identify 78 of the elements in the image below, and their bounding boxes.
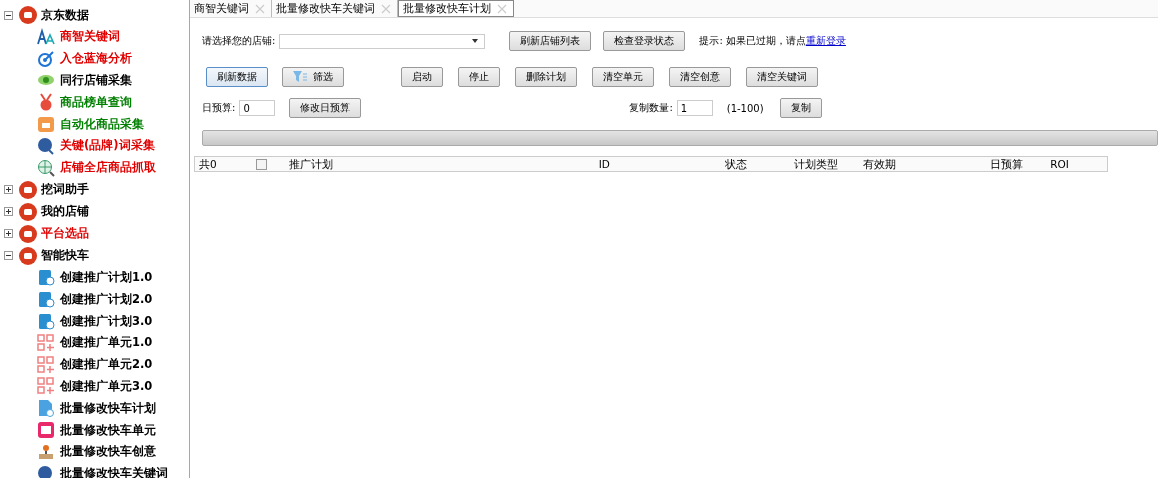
category-icon [19,224,37,243]
tree-item[interactable]: 创建推广单元1.0 [60,335,153,351]
tree-item[interactable]: 批量修改快车计划 [60,400,156,416]
tree-item[interactable]: 京东数据 [41,7,89,23]
table-header-cell-text: 有效期 [862,157,898,171]
action-button[interactable]: 清空关键词 [746,67,818,87]
tree-item[interactable]: 平台选品 [41,226,89,242]
range-text: (1-100) [726,102,764,114]
tab[interactable]: 批量修改快车计划 [398,0,514,17]
caret-icon [472,39,479,43]
expander-icon[interactable] [4,10,13,20]
filter-button[interactable]: 筛选 [282,67,344,87]
grid-icon [37,355,55,374]
refresh-button[interactable]: 刷新数据 [206,67,268,87]
action-button[interactable]: 清空单元 [592,67,654,87]
table-header-cell-text: ID [597,157,611,171]
table-header-cell-text: 状态 [723,157,748,171]
grid-icon [37,333,55,352]
copy-button[interactable]: 复制 [779,98,822,118]
table-header-cell-text: ROI [1049,157,1070,171]
medal-icon [37,93,55,112]
tree-item[interactable]: 批量修改快车单元 [60,422,156,438]
table-header-cell-text: 日预算 [988,157,1024,171]
table-icon [37,421,55,440]
globe-icon [37,158,55,177]
expander-icon[interactable] [4,229,13,239]
clipboard-icon [37,290,55,309]
tree-item[interactable]: 创建推广计划1.0 [60,269,153,285]
expander-icon[interactable] [4,185,13,195]
budget-label: 日预算: [202,101,236,115]
table-header-cell-text: 推广计划 [287,157,334,171]
tree-item[interactable]: 创建推广单元3.0 [60,378,153,394]
box-icon [37,115,55,134]
hint-text: 提示: 如果已过期，请点重新登录 [699,34,846,48]
expander-icon[interactable] [4,207,13,217]
shop-label: 请选择您的店铺: [202,34,276,48]
shop-button[interactable]: 刷新店铺列表 [509,31,592,51]
tree-item[interactable]: 创建推广计划2.0 [60,291,153,307]
tree-item[interactable]: 挖词助手 [41,182,89,198]
expander-icon[interactable] [4,251,13,261]
target-icon [37,49,55,68]
tree-item[interactable]: 关键(品牌)词采集 [60,138,155,154]
tab[interactable]: 商智关键词 [190,0,272,17]
tree-item[interactable]: 商品榜单查询 [60,94,132,110]
tree-item[interactable]: 创建推广单元2.0 [60,357,153,373]
tree-item[interactable]: 批量修改快车创意 [60,444,156,460]
funnel-icon [293,71,307,83]
tree-item[interactable]: 入仓蓝海分析 [60,51,132,67]
letters-icon [37,27,55,46]
select-all-checkbox[interactable] [256,158,268,170]
category-icon [19,180,37,199]
tree-item[interactable]: 我的店铺 [41,204,89,220]
action-button[interactable]: 删除计划 [515,67,577,87]
modify-budget-button[interactable]: 修改日预算 [289,98,362,118]
stamp-icon [37,442,55,461]
budget-input[interactable]: 0 [239,100,276,116]
tree-item[interactable]: 创建推广计划3.0 [60,313,153,329]
doc-icon [37,399,55,418]
category-icon [19,6,37,24]
relogin-link[interactable]: 重新登录 [805,35,846,46]
tree-item[interactable]: 自动化商品采集 [60,116,144,132]
clipboard-icon [37,268,55,287]
action-button[interactable]: 清空创意 [669,67,731,87]
clipboard-icon [37,312,55,331]
copy-count-label: 复制数量: [629,101,673,115]
action-button[interactable]: 启动 [401,67,443,87]
tree-item[interactable]: 同行店铺采集 [60,73,132,88]
tree-item[interactable]: 店铺全店商品抓取 [60,160,156,176]
shop-button[interactable]: 检查登录状态 [603,31,686,51]
category-icon [19,202,37,221]
table-header-cell-text: 计划类型 [793,157,840,171]
grid-icon [37,377,55,396]
action-button[interactable]: 停止 [458,67,500,87]
tree-item[interactable]: 商智关键词 [60,29,120,45]
tree-item[interactable]: 智能快车 [41,248,89,264]
table-header-cell-text: 共0 [198,157,218,171]
category-icon [19,246,37,265]
copy-count-input[interactable]: 1 [676,100,713,116]
